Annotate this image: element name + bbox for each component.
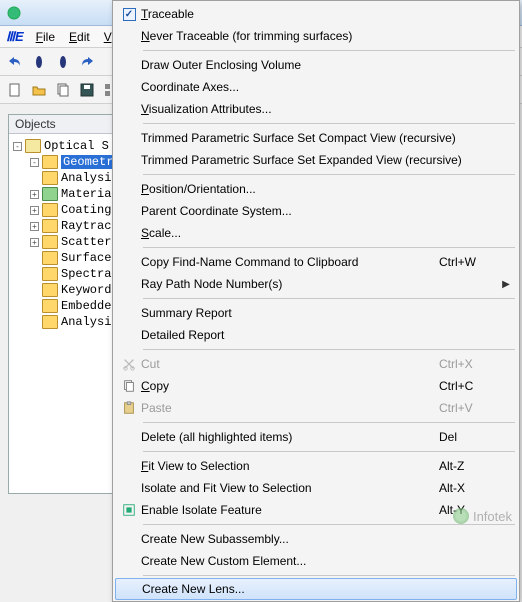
menu-isolate-fit[interactable]: Isolate and Fit View to Selection Alt-X <box>115 477 517 499</box>
menu-separator <box>143 50 515 51</box>
copy-doc-icon[interactable] <box>54 81 72 99</box>
tool-icon-2[interactable] <box>54 53 72 71</box>
app-icon <box>6 5 22 21</box>
folder-icon <box>42 235 58 249</box>
menu-separator <box>143 174 515 175</box>
menu-position[interactable]: Position/Orientation...Position/Orientat… <box>115 178 517 200</box>
tool-icon-1[interactable] <box>30 53 48 71</box>
tree-item[interactable]: + Scatterer <box>11 234 115 250</box>
expand-toggle[interactable]: - <box>30 158 39 167</box>
menu-summary-report[interactable]: Summary Report <box>115 302 517 324</box>
menu-copy-findname[interactable]: Copy Find-Name Command to Clipboard Ctrl… <box>115 251 517 273</box>
menu-paste[interactable]: Paste Ctrl+V <box>115 397 517 419</box>
tree-item[interactable]: - Optical S <box>11 138 115 154</box>
menu-detailed-report[interactable]: Detailed Report <box>115 324 517 346</box>
watermark: Infotek <box>453 508 512 524</box>
app-logo: ⅢE <box>6 29 24 45</box>
folder-icon <box>42 155 58 169</box>
menu-fit-view[interactable]: Fit View to SelectionFit View to Selecti… <box>115 455 517 477</box>
menu-separator <box>143 123 515 124</box>
expand-toggle[interactable]: + <box>30 222 39 231</box>
menu-cut[interactable]: Cut Ctrl+X <box>115 353 517 375</box>
tree-item[interactable]: - Geometry <box>11 154 115 170</box>
menu-parent-coord[interactable]: Parent Coordinate System... <box>115 200 517 222</box>
folder-icon <box>42 267 58 281</box>
menu-create-custom-element[interactable]: Create New Custom Element... <box>115 550 517 572</box>
menu-trimmed-compact[interactable]: Trimmed Parametric Surface Set Compact V… <box>115 127 517 149</box>
folder-icon <box>42 219 58 233</box>
folder-icon <box>42 251 58 265</box>
tree-item[interactable]: Spectra <box>11 266 115 282</box>
open-folder-icon[interactable] <box>30 81 48 99</box>
menu-copy[interactable]: CopyCopy Ctrl+C <box>115 375 517 397</box>
folder-icon <box>25 139 41 153</box>
new-doc-icon[interactable] <box>6 81 24 99</box>
tree-item[interactable]: Embedded <box>11 298 115 314</box>
menu-edit[interactable]: EditEdit <box>63 28 96 46</box>
folder-icon <box>42 315 58 329</box>
copy-icon <box>117 379 141 393</box>
menu-separator <box>143 524 515 525</box>
tree-item[interactable]: + Materials <box>11 186 115 202</box>
menu-vis-attr[interactable]: Visualization Attributes...Visualization… <box>115 98 517 120</box>
menu-traceable[interactable]: ✓ TraceableTraceable <box>115 3 517 25</box>
tree-item[interactable]: Analysis <box>11 314 115 330</box>
expand-toggle[interactable]: + <box>30 238 39 247</box>
object-tree: - Optical S - Geometry Analysis + Materi… <box>9 134 117 334</box>
cut-icon <box>117 357 141 371</box>
panel-title: Objects <box>9 115 117 134</box>
tree-item[interactable]: + Coatings <box>11 202 115 218</box>
menu-separator <box>143 247 515 248</box>
folder-icon <box>42 283 58 297</box>
menu-separator <box>143 575 515 576</box>
tree-item[interactable]: + Raytrace <box>11 218 115 234</box>
folder-icon <box>42 203 58 217</box>
isolate-icon <box>117 503 141 517</box>
folder-icon <box>42 187 58 201</box>
watermark-text: Infotek <box>473 509 512 524</box>
menu-coord-axes[interactable]: Coordinate Axes... <box>115 76 517 98</box>
tree-item[interactable]: Surface R <box>11 250 115 266</box>
menu-trimmed-expanded[interactable]: Trimmed Parametric Surface Set Expanded … <box>115 149 517 171</box>
tree-item[interactable]: Analysis <box>11 170 115 186</box>
check-icon: ✓ <box>123 8 136 21</box>
menu-draw-outer[interactable]: Draw Outer Enclosing Volume <box>115 54 517 76</box>
save-icon[interactable] <box>78 81 96 99</box>
redo-icon[interactable] <box>78 53 96 71</box>
watermark-icon <box>453 508 469 524</box>
menu-create-new-lens[interactable]: Create New Lens... <box>115 578 517 600</box>
folder-icon <box>42 299 58 313</box>
undo-icon[interactable] <box>6 53 24 71</box>
menu-separator <box>143 349 515 350</box>
expand-toggle[interactable]: + <box>30 190 39 199</box>
menu-separator <box>143 422 515 423</box>
menu-create-subassembly[interactable]: Create New Subassembly... <box>115 528 517 550</box>
folder-icon <box>42 171 58 185</box>
menu-never-traceable[interactable]: Never Traceable (for trimming surfaces)N… <box>115 25 517 47</box>
objects-panel: Objects - Optical S - Geometry Analysis … <box>8 114 118 494</box>
menu-separator <box>143 298 515 299</box>
submenu-arrow-icon: ▶ <box>499 279 513 290</box>
menu-file[interactable]: FFileile <box>30 28 61 46</box>
menu-separator <box>143 451 515 452</box>
paste-icon <box>117 401 141 415</box>
expand-toggle[interactable]: + <box>30 206 39 215</box>
menu-ray-path[interactable]: Ray Path Node Number(s) ▶ <box>115 273 517 295</box>
menu-delete[interactable]: Delete (all highlighted items) Del <box>115 426 517 448</box>
expand-toggle[interactable]: - <box>13 142 22 151</box>
menu-scale[interactable]: Scale...Scale... <box>115 222 517 244</box>
tree-item[interactable]: Keywords <box>11 282 115 298</box>
